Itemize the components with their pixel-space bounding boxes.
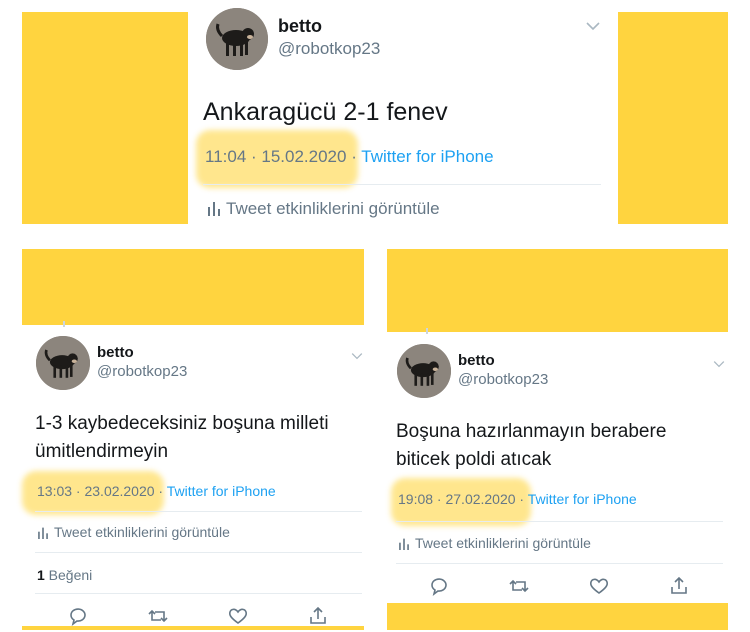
analytics-icon — [208, 200, 220, 221]
analytics-icon — [38, 526, 48, 542]
chevron-down-icon[interactable] — [713, 355, 725, 373]
tweet-text-line-1: 1-3 kaybedeceksiniz boşuna milleti — [35, 413, 329, 434]
yellow-block-mid-right — [387, 249, 728, 332]
tweet-timestamp[interactable]: 13:03 · 23.02.2020 — [37, 483, 155, 499]
tweet-text-line-2: ümitlendirmeyin — [35, 440, 169, 462]
tweet-timestamp[interactable]: 19:08 · 27.02.2020 — [398, 491, 516, 507]
divider — [35, 593, 362, 594]
tweet-card-1: betto @robotkop23 Ankaragücü 2-1 fenev 1… — [188, 0, 618, 232]
tweet-text-line-1: Boşuna hazırlanmayın berabere — [396, 421, 667, 442]
reply-icon[interactable] — [428, 575, 450, 597]
divider — [203, 184, 601, 185]
dog-avatar[interactable] — [206, 8, 268, 70]
tweet-timestamp[interactable]: 11:04 · 15.02.2020 — [205, 147, 346, 166]
thread-line — [63, 321, 65, 327]
tweet-activity-link[interactable]: Tweet etkinliklerini görüntüle — [208, 199, 440, 221]
activity-label: Tweet etkinliklerini görüntüle — [226, 199, 440, 218]
reply-icon[interactable] — [67, 605, 89, 627]
author-handle[interactable]: @robotkop23 — [458, 371, 548, 388]
analytics-icon — [399, 537, 409, 553]
likes-count[interactable]: 1 Beğeni — [37, 567, 92, 583]
yellow-block-top-right — [618, 12, 728, 224]
share-icon[interactable] — [307, 605, 329, 627]
activity-label: Tweet etkinliklerini görüntüle — [54, 524, 230, 540]
divider — [396, 521, 723, 522]
tweet-actions — [67, 605, 329, 627]
author-handle[interactable]: @robotkop23 — [97, 363, 187, 380]
share-icon[interactable] — [668, 575, 690, 597]
author-name[interactable]: betto — [458, 352, 495, 369]
chevron-down-icon[interactable] — [586, 18, 600, 36]
like-icon[interactable] — [227, 605, 249, 627]
dog-avatar[interactable] — [36, 336, 90, 390]
tweet-source-link[interactable]: Twitter for iPhone — [167, 483, 276, 499]
tweet-card-3: betto @robotkop23 Boşuna hazırlanmayın b… — [387, 328, 728, 603]
tweet-meta: 11:04 · 15.02.2020 · Twitter for iPhone — [205, 147, 494, 167]
tweet-text: 1-3 kaybedeceksiniz boşuna milleti ümitl… — [35, 410, 329, 465]
chevron-down-icon[interactable] — [351, 347, 363, 365]
like-icon[interactable] — [588, 575, 610, 597]
tweet-text: Boşuna hazırlanmayın berabere biticek po… — [396, 418, 666, 473]
tweet-actions — [428, 575, 690, 597]
meta-separator: · — [346, 147, 362, 166]
tweet-activity-link[interactable]: Tweet etkinliklerini görüntüle — [38, 524, 230, 542]
tweet-card-2: betto @robotkop23 1-3 kaybedeceksiniz bo… — [22, 321, 364, 627]
likes-number: 1 — [37, 567, 45, 583]
divider — [35, 511, 362, 512]
meta-separator: · — [515, 491, 528, 507]
likes-label: Beğeni — [44, 567, 93, 583]
yellow-block-top-left — [22, 12, 188, 224]
dog-avatar[interactable] — [397, 344, 451, 398]
tweet-activity-link[interactable]: Tweet etkinliklerini görüntüle — [399, 535, 591, 553]
author-name[interactable]: betto — [278, 16, 322, 37]
tweet-text-line-2: biticek poldi atıcak — [396, 448, 552, 470]
meta-separator: · — [154, 483, 167, 499]
yellow-block-bottom-right — [387, 603, 728, 630]
tweet-source-link[interactable]: Twitter for iPhone — [528, 491, 637, 507]
tweet-text: Ankaragücü 2-1 fenev — [203, 98, 448, 126]
thread-line — [426, 328, 428, 334]
author-handle[interactable]: @robotkop23 — [278, 39, 380, 59]
tweet-source-link[interactable]: Twitter for iPhone — [361, 147, 493, 166]
tweet-meta: 13:03 · 23.02.2020 · Twitter for iPhone — [37, 483, 276, 499]
divider — [396, 563, 723, 564]
retweet-icon[interactable] — [508, 575, 530, 597]
yellow-block-mid-left — [22, 249, 364, 325]
retweet-icon[interactable] — [147, 605, 169, 627]
author-name[interactable]: betto — [97, 344, 134, 361]
activity-label: Tweet etkinliklerini görüntüle — [415, 535, 591, 551]
tweet-meta: 19:08 · 27.02.2020 · Twitter for iPhone — [398, 491, 637, 507]
divider — [35, 552, 362, 553]
